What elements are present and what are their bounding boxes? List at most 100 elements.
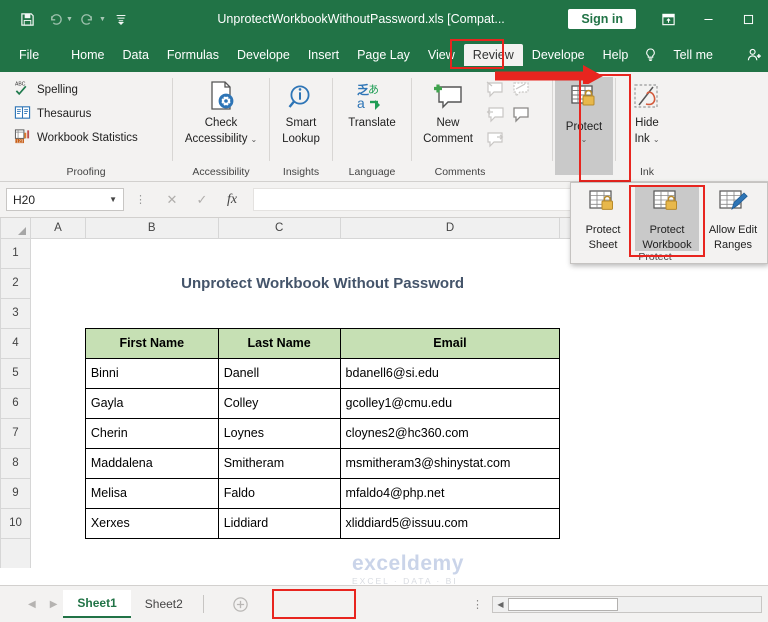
next-comment-icon[interactable] [484, 129, 510, 154]
chevron-down-icon[interactable]: ▼ [109, 195, 117, 204]
cell-a7[interactable] [30, 418, 86, 448]
cell-first-name[interactable]: Maddalena [84, 447, 219, 479]
scrollbar-thumb[interactable] [508, 597, 618, 611]
cell-a9[interactable] [30, 478, 86, 508]
row-3-cells[interactable] [30, 298, 768, 328]
more-options-icon[interactable]: ⋮ [464, 598, 492, 611]
next-sheet-icon[interactable]: ▶ [50, 599, 58, 610]
cell-email[interactable]: mfaldo4@php.net [339, 477, 561, 509]
redo-caret-icon[interactable]: ▼ [99, 16, 106, 23]
allow-edit-ranges-button[interactable]: Allow Edit Ranges [699, 186, 767, 251]
chevron-down-icon[interactable]: ⌄ [581, 135, 588, 144]
workbook-statistics-button[interactable]: 123 Workbook Statistics [8, 126, 144, 150]
cell-first-name[interactable]: Cherin [84, 417, 219, 449]
row-header-11[interactable] [0, 537, 31, 568]
cell-last-name[interactable]: Liddiard [217, 507, 341, 539]
row-header-4[interactable]: 4 [0, 327, 31, 359]
tab-home[interactable]: Home [62, 44, 113, 66]
chevron-down-icon[interactable]: ⌄ [250, 135, 257, 144]
banner-title-cell[interactable]: Unprotect Workbook Without Password [85, 268, 560, 298]
cell-e9[interactable] [559, 478, 768, 508]
cell-last-name[interactable]: Faldo [217, 477, 341, 509]
save-icon[interactable] [14, 6, 40, 32]
column-header-d[interactable]: D [339, 218, 561, 239]
cell-email[interactable]: bdanell6@si.edu [339, 357, 561, 389]
share-area[interactable]: Sh [746, 44, 768, 66]
ribbon-display-options-icon[interactable] [648, 4, 688, 34]
table-header-last-name[interactable]: Last Name [217, 327, 341, 359]
cell-a4[interactable] [30, 328, 86, 358]
show-hide-comment-icon[interactable] [510, 79, 536, 104]
column-header-b[interactable]: B [84, 218, 219, 239]
cell-a8[interactable] [30, 448, 86, 478]
column-header-c[interactable]: C [217, 218, 341, 239]
tab-insert[interactable]: Insert [299, 44, 348, 66]
tab-file[interactable]: File [10, 44, 48, 66]
customize-qat-icon[interactable] [108, 6, 134, 32]
cell-first-name[interactable]: Melisa [84, 477, 219, 509]
hide-ink-button[interactable]: Hide Ink ⌄ [618, 77, 676, 146]
table-header-first-name[interactable]: First Name [84, 327, 219, 359]
row-header-5[interactable]: 5 [0, 357, 31, 389]
cell-first-name[interactable]: Xerxes [84, 507, 219, 539]
enter-check-icon[interactable]: ✓ [187, 188, 217, 211]
name-box[interactable]: H20 ▼ [6, 188, 124, 211]
previous-sheet-icon[interactable]: ◀ [28, 599, 36, 610]
undo-caret-icon[interactable]: ▼ [66, 16, 73, 23]
cell-a10[interactable] [30, 508, 86, 538]
redo-icon[interactable] [75, 6, 101, 32]
tab-developer-2[interactable]: Develope [523, 44, 594, 66]
row-header-10[interactable]: 10 [0, 507, 31, 539]
smart-lookup-button[interactable]: Smart Lookup [272, 77, 330, 146]
insert-function-fx-icon[interactable]: fx [217, 188, 247, 211]
previous-comment-icon[interactable] [484, 104, 510, 129]
tab-view[interactable]: View [419, 44, 464, 66]
undo-icon[interactable] [42, 6, 68, 32]
cell-email[interactable]: cloynes2@hc360.com [339, 417, 561, 449]
tab-review[interactable]: Review [463, 44, 523, 66]
table-header-email[interactable]: Email [339, 327, 561, 359]
cell-a2[interactable] [30, 268, 86, 298]
cell-last-name[interactable]: Loynes [217, 417, 341, 449]
cell-first-name[interactable]: Gayla [84, 387, 219, 419]
cell-last-name[interactable]: Colley [217, 387, 341, 419]
cell-last-name[interactable]: Smitheram [217, 447, 341, 479]
cell-e10[interactable] [559, 508, 768, 538]
cell-email[interactable]: msmitheram3@shinystat.com [339, 447, 561, 479]
tab-developer-1[interactable]: Develope [228, 44, 299, 66]
row-header-9[interactable]: 9 [0, 477, 31, 509]
row-header-2[interactable]: 2 [0, 267, 31, 299]
row-header-1[interactable]: 1 [0, 237, 31, 269]
cell-last-name[interactable]: Danell [217, 357, 341, 389]
row-header-7[interactable]: 7 [0, 417, 31, 449]
cell-e8[interactable] [559, 448, 768, 478]
sheet-tab-sheet1[interactable]: Sheet1 [63, 590, 131, 618]
cancel-x-icon[interactable]: ✕ [157, 188, 187, 211]
thesaurus-button[interactable]: Thesaurus [8, 102, 97, 126]
translate-button[interactable]: 乏あa Translate [335, 77, 409, 130]
minimize-icon[interactable] [688, 4, 728, 34]
protect-button[interactable]: Protect ⌄ [555, 77, 613, 175]
row-11-cells[interactable] [30, 538, 768, 568]
delete-comment-icon[interactable] [484, 79, 510, 104]
cell-email[interactable]: xliddiard5@issuu.com [339, 507, 561, 539]
tab-page-layout[interactable]: Page Lay [348, 44, 419, 66]
chevron-down-icon[interactable]: ⌄ [653, 135, 660, 144]
spelling-button[interactable]: ABC Spelling [8, 78, 84, 102]
horizontal-scrollbar[interactable]: ◀ [492, 595, 762, 613]
sheet-tab-sheet2[interactable]: Sheet2 [131, 591, 197, 617]
protect-sheet-button[interactable]: Protect Sheet [571, 186, 635, 251]
tab-data[interactable]: Data [114, 44, 158, 66]
new-comment-button[interactable]: New Comment [412, 77, 484, 146]
cell-e2[interactable] [559, 268, 768, 298]
cell-e7[interactable] [559, 418, 768, 448]
protect-workbook-button[interactable]: Protect Workbook [635, 186, 699, 252]
cell-e5[interactable] [559, 358, 768, 388]
formula-bar-grip[interactable]: ⋮ [130, 193, 151, 206]
sign-in-button[interactable]: Sign in [568, 9, 636, 29]
select-all-corner[interactable] [0, 218, 31, 239]
cell-a5[interactable] [30, 358, 86, 388]
tell-me-box[interactable]: Tell me [664, 44, 722, 66]
tab-help[interactable]: Help [594, 44, 638, 66]
share-label[interactable]: Sh [763, 44, 768, 66]
